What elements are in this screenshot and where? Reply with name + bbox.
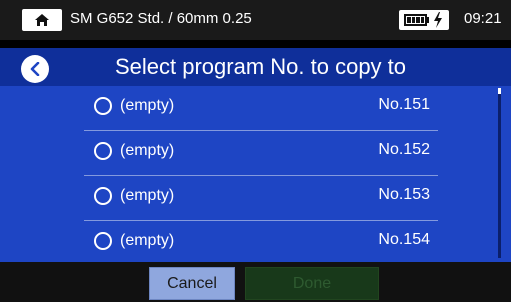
home-button[interactable]: [22, 9, 62, 31]
screen-header: Select program No. to copy to: [0, 48, 511, 86]
list-item[interactable]: (empty) No.153: [84, 176, 438, 221]
item-number: No.154: [378, 231, 430, 248]
item-label: (empty): [120, 187, 175, 204]
item-label: (empty): [120, 97, 175, 114]
item-label: (empty): [120, 142, 175, 159]
home-icon: [35, 14, 49, 26]
item-label: (empty): [120, 232, 175, 249]
item-number: No.153: [378, 186, 430, 203]
status-bar: SM G652 Std. / 60mm 0.25 09:21: [0, 0, 511, 40]
battery-indicator: [399, 10, 449, 30]
item-number: No.152: [378, 141, 430, 158]
radio-button[interactable]: [94, 97, 112, 115]
battery-charging-icon: [404, 14, 427, 26]
cancel-button[interactable]: Cancel: [149, 267, 235, 300]
radio-button[interactable]: [94, 187, 112, 205]
list-item[interactable]: (empty) No.152: [84, 131, 438, 176]
scrollbar-thumb[interactable]: [498, 88, 501, 94]
screen: SM G652 Std. / 60mm 0.25 09:21 Select pr…: [0, 0, 511, 302]
radio-button[interactable]: [94, 142, 112, 160]
item-number: No.151: [378, 96, 430, 113]
radio-button[interactable]: [94, 232, 112, 250]
done-button[interactable]: Done: [245, 267, 379, 300]
list-item[interactable]: (empty) No.154: [84, 221, 438, 265]
clock: 09:21: [464, 10, 502, 27]
charging-bolt-icon: [434, 12, 442, 28]
list-item[interactable]: (empty) No.151: [84, 86, 438, 131]
scrollbar-track[interactable]: [498, 88, 501, 258]
program-list: (empty) No.151 (empty) No.152 (empty) No…: [0, 86, 511, 262]
screen-title: Select program No. to copy to: [114, 54, 407, 79]
program-title: SM G652 Std. / 60mm 0.25: [70, 10, 252, 27]
footer-bar: Cancel Done: [0, 262, 511, 302]
